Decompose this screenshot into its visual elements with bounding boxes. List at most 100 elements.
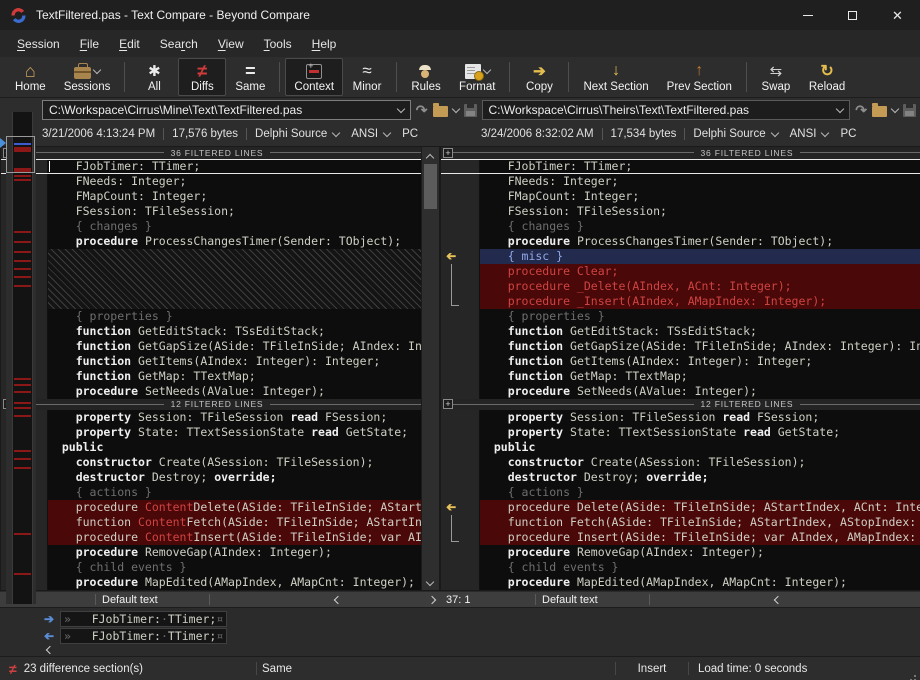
code-text[interactable]: public (48, 440, 421, 455)
resize-grip[interactable] (904, 657, 920, 680)
reload-button[interactable]: Reload (800, 58, 854, 96)
chevron-down-icon[interactable] (92, 65, 102, 74)
code-text[interactable]: procedure RemoveGap(AIndex: Integer); (480, 545, 920, 560)
sessions-button[interactable]: Sessions (55, 58, 120, 96)
same-button[interactable]: Same (226, 58, 274, 96)
menu-item-view[interactable]: View (208, 33, 254, 55)
code-text[interactable]: function ContentFetch(ASide: TFileInSide… (48, 515, 421, 530)
code-text[interactable]: { properties } (48, 309, 421, 324)
code-text[interactable]: function Fetch(ASide: TFileInSide; AStar… (480, 515, 920, 530)
code-text[interactable]: constructor Create(ASession: TFileSessio… (48, 455, 421, 470)
minimap-column[interactable] (12, 112, 33, 604)
code-text[interactable]: property State: TTextSessionState read G… (480, 425, 920, 440)
chevron-down-icon[interactable] (890, 104, 900, 113)
code-text[interactable]: FMapCount: Integer; (480, 189, 920, 204)
code-text[interactable]: { properties } (480, 309, 920, 324)
expand-section-icon[interactable]: + (443, 399, 453, 410)
minimap-viewport[interactable] (6, 136, 35, 173)
right-path-combo[interactable]: C:\Workspace\Cirrus\Theirs\Text\TextFilt… (481, 100, 851, 120)
scroll-right-icon[interactable] (427, 595, 437, 604)
code-text[interactable]: { actions } (48, 485, 421, 500)
code-text[interactable]: procedure ProcessChangesTimer(Sender: TO… (480, 234, 920, 249)
minor-button[interactable]: Minor (343, 58, 391, 96)
rules-button[interactable]: Rules (402, 58, 450, 96)
copy-section-arrow-icon[interactable]: ➔ (446, 249, 456, 263)
code-text[interactable]: procedure MapEdited(AMapIndex, AMapCnt: … (480, 575, 920, 590)
menu-item-edit[interactable]: Edit (109, 33, 150, 55)
scroll-down-icon[interactable] (425, 577, 435, 587)
code-text[interactable]: function GetGapSize(ASide: TFileInSide; … (480, 339, 920, 354)
code-text[interactable]: { child events } (48, 560, 421, 575)
copy-section-arrow-icon[interactable]: ➔ (446, 500, 456, 514)
code-text[interactable]: function GetItems(AIndex: Integer): Inte… (48, 354, 421, 369)
code-text[interactable]: procedure Clear; (480, 263, 920, 279)
left-save-icon[interactable] (463, 103, 477, 117)
format-button[interactable]: Format (450, 58, 504, 96)
scroll-left-icon[interactable] (773, 595, 783, 604)
prev-section-button[interactable]: Prev Section (658, 58, 741, 96)
code-text[interactable]: destructor Destroy; override; (480, 470, 920, 485)
menu-item-search[interactable]: Search (150, 33, 208, 55)
code-text[interactable]: constructor Create(ASession: TFileSessio… (480, 455, 920, 470)
code-text[interactable]: FJobTimer: TTimer; (48, 160, 421, 173)
scrollbar-thumb[interactable] (424, 164, 437, 209)
left-encoding-select[interactable]: ANSI (351, 128, 392, 140)
right-browse-sibling-icon[interactable]: ↷ (855, 102, 867, 119)
merge-right-arrow-icon[interactable]: ➔ (38, 612, 60, 626)
chevron-down-icon[interactable] (482, 65, 491, 74)
code-text[interactable]: procedure _Delete(AIndex, ACnt: Integer)… (480, 278, 920, 294)
code-text[interactable]: FJobTimer: TTimer; (480, 160, 920, 173)
code-text[interactable]: FSession: TFileSession; (480, 204, 920, 219)
right-save-icon[interactable] (903, 103, 916, 117)
left-editor[interactable]: +36 FILTERED LINES FJobTimer: TTimer; FN… (0, 146, 440, 591)
code-text[interactable]: FMapCount: Integer; (48, 189, 421, 204)
code-text[interactable]: { child events } (480, 560, 920, 575)
code-text[interactable]: function GetEditStack: TSsEditStack; (480, 324, 920, 339)
left-browse-sibling-icon[interactable]: ↷ (416, 102, 428, 119)
home-button[interactable]: Home (6, 58, 55, 96)
left-vertical-scrollbar[interactable] (421, 147, 439, 590)
code-text[interactable]: procedure SetNeeds(AValue: Integer); (480, 384, 920, 399)
right-open-folder-icon[interactable] (872, 103, 887, 117)
menu-item-help[interactable]: Help (302, 33, 347, 55)
all-button[interactable]: All (130, 58, 178, 96)
code-text[interactable]: function GetMap: TTextMap; (480, 369, 920, 384)
right-encoding-select[interactable]: ANSI (790, 128, 830, 140)
code-text[interactable]: procedure Delete(ASide: TFileInSide; ASt… (480, 500, 920, 515)
code-text[interactable]: FNeeds: Integer; (480, 174, 920, 189)
collapsed-gap[interactable] (48, 248, 421, 309)
expand-section-icon[interactable]: + (443, 147, 453, 158)
code-text[interactable]: procedure MapEdited(AMapIndex, AMapCnt: … (48, 575, 421, 590)
maximize-button[interactable] (830, 0, 875, 30)
diffs-button[interactable]: Diffs (178, 58, 227, 96)
code-text[interactable]: { actions } (480, 485, 920, 500)
left-open-folder-icon[interactable] (432, 103, 448, 117)
menu-item-session[interactable]: Session (7, 33, 70, 55)
code-text[interactable]: procedure Insert(ASide: TFileInSide; var… (480, 530, 920, 545)
code-text[interactable]: procedure _Insert(AIndex, AMapIndex: Int… (480, 293, 920, 309)
minimize-button[interactable] (785, 0, 830, 30)
menu-item-file[interactable]: File (70, 33, 109, 55)
chevron-down-icon[interactable] (451, 104, 460, 113)
scroll-left-icon[interactable] (333, 595, 343, 604)
code-text[interactable]: FNeeds: Integer; (48, 174, 421, 189)
code-text[interactable]: public (480, 440, 920, 455)
right-format-select[interactable]: Delphi Source (693, 128, 779, 140)
code-text[interactable]: { misc } (480, 248, 920, 264)
code-text[interactable]: function GetMap: TTextMap; (48, 369, 421, 384)
swap-button[interactable]: Swap (752, 58, 800, 96)
code-text[interactable]: property Session: TFileSession read FSes… (48, 410, 421, 425)
copy-button[interactable]: Copy (515, 58, 563, 96)
merge-left-arrow-icon[interactable]: ➔ (38, 629, 60, 643)
diff-minimap[interactable] (0, 112, 36, 604)
right-editor[interactable]: +36 FILTERED LINES FJobTimer: TTimer; FN… (440, 146, 920, 591)
code-text[interactable]: destructor Destroy; override; (48, 470, 421, 485)
left-format-select[interactable]: Delphi Source (255, 128, 341, 140)
code-text[interactable]: procedure RemoveGap(AIndex: Integer); (48, 545, 421, 560)
code-text[interactable]: procedure ProcessChangesTimer(Sender: TO… (48, 234, 421, 249)
scroll-left-icon[interactable] (45, 645, 55, 655)
code-text[interactable]: { changes } (48, 219, 421, 234)
code-text[interactable]: { changes } (480, 219, 920, 234)
context-button[interactable]: Context (285, 58, 344, 96)
code-text[interactable]: procedure ContentInsert(ASide: TFileInSi… (48, 530, 421, 545)
